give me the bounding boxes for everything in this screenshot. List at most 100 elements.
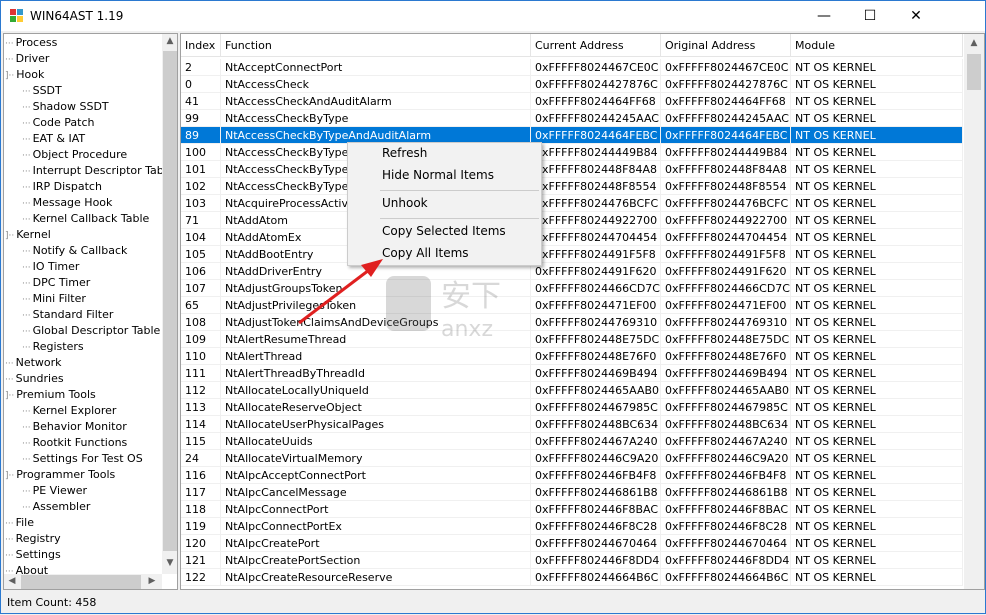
tree-item-message-hook[interactable]: ··· Message Hook (22, 195, 112, 211)
close-button[interactable]: ✕ (893, 1, 939, 31)
tree-item-label: Message Hook (32, 196, 113, 209)
tree-item-io-timer[interactable]: ··· IO Timer (22, 259, 79, 275)
table-row[interactable]: 102 NtAccessCheckByTypeRe 0xFFFFF802448F85… (181, 178, 963, 195)
tree-item-hook[interactable]: ]·· Hook (5, 67, 44, 83)
tree-item-process[interactable]: ··· Process (5, 35, 57, 51)
tree-item-rootkit-functions[interactable]: ··· Rootkit Functions (22, 435, 127, 451)
tree-item-settings[interactable]: ··· Settings (5, 547, 61, 563)
tree-item-label: Shadow SSDT (32, 100, 109, 113)
table-row[interactable]: 109 NtAlertResumeThread 0xFFFFF802448E75DC… (181, 331, 963, 348)
table-row[interactable]: 122 NtAlpcCreateResourceReserve 0xFFFFF802… (181, 569, 963, 586)
table-row[interactable]: 121 NtAlpcCreatePortSection 0xFFFFF802446F… (181, 552, 963, 569)
tree-item-pe-viewer[interactable]: ··· PE Viewer (22, 483, 87, 499)
table-row[interactable]: 89 NtAccessCheckByTypeAndAuditAlarm 0xFFFF… (181, 127, 963, 144)
table-row[interactable]: 115 NtAllocateUuids 0xFFFFF8024467A240 0xFF… (181, 433, 963, 450)
tree-item-settings-for-test-os[interactable]: ··· Settings For Test OS (22, 451, 143, 467)
tree-item-registers[interactable]: ··· Registers (22, 339, 84, 355)
tree-item-driver[interactable]: ··· Driver (5, 51, 49, 67)
cell-original-address: 0xFFFFF8024467A240 (661, 433, 791, 449)
scroll-left-arrow-icon[interactable]: ◀ (4, 576, 20, 586)
tree-item-global-descriptor-table[interactable]: ··· Global Descriptor Table (22, 323, 160, 339)
scroll-down-arrow-icon[interactable]: ▼ (162, 558, 177, 568)
menu-item-unhook[interactable]: Unhook (382, 193, 428, 213)
cell-index: 41 (181, 93, 221, 109)
tree-item-interrupt-descriptor-table[interactable]: ··· Interrupt Descriptor Table (22, 163, 174, 179)
column-header-index[interactable]: Index (181, 34, 221, 57)
table-row[interactable]: 41 NtAccessCheckAndAuditAlarm 0xFFFFF80244… (181, 93, 963, 110)
table-row[interactable]: 65 NtAdjustPrivilegesToken 0xFFFFF8024471E… (181, 297, 963, 314)
tree-item-dpc-timer[interactable]: ··· DPC Timer (22, 275, 90, 291)
tree-connector-icon: ··· (22, 295, 31, 305)
table-vertical-scrollbar[interactable]: ▲ (964, 34, 984, 589)
table-row[interactable]: 114 NtAllocateUserPhysicalPages 0xFFFFF802… (181, 416, 963, 433)
tree-item-standard-filter[interactable]: ··· Standard Filter (22, 307, 113, 323)
scroll-up-arrow-icon[interactable]: ▲ (966, 38, 982, 48)
tree-item-premium-tools[interactable]: ]·· Premium Tools (5, 387, 96, 403)
tree-vertical-scrollbar[interactable]: ▲ ▼ (162, 34, 177, 574)
table-row[interactable]: 120 NtAlpcCreatePort 0xFFFFF80244670464 0xF… (181, 535, 963, 552)
maximize-button[interactable]: ☐ (847, 1, 893, 31)
table-row[interactable]: 106 NtAddDriverEntry 0xFFFFF8024491F620 0xF… (181, 263, 963, 280)
tree-horizontal-scrollbar[interactable]: ◀ ▶ (4, 574, 162, 589)
table-row[interactable]: 113 NtAllocateReserveObject 0xFFFFF8024467… (181, 399, 963, 416)
tree-item-object-procedure[interactable]: ··· Object Procedure (22, 147, 127, 163)
column-header-original-address[interactable]: Original Address (661, 34, 791, 57)
table-row[interactable]: 108 NtAdjustTokenClaimsAndDeviceGroups 0xF… (181, 314, 963, 331)
table-row[interactable]: 71 NtAddAtom 0xFFFFF80244922700 0xFFFFF8024… (181, 212, 963, 229)
tree-item-mini-filter[interactable]: ··· Mini Filter (22, 291, 86, 307)
table-row[interactable]: 111 NtAlertThreadByThreadId 0xFFFFF8024469… (181, 365, 963, 382)
table-row[interactable]: 107 NtAdjustGroupsToken 0xFFFFF8024466CD7C… (181, 280, 963, 297)
tree-item-behavior-monitor[interactable]: ··· Behavior Monitor (22, 419, 127, 435)
table-scroll-thumb[interactable] (967, 54, 981, 90)
table-row[interactable]: 99 NtAccessCheckByType 0xFFFFF80244245AAC 0… (181, 110, 963, 127)
cell-current-address: 0xFFFFF80244664B6C (531, 569, 661, 585)
table-row[interactable]: 116 NtAlpcAcceptConnectPort 0xFFFFF802446F… (181, 467, 963, 484)
cell-index: 108 (181, 314, 221, 330)
tree-item-label: PE Viewer (32, 484, 88, 497)
table-row[interactable]: 117 NtAlpcCancelMessage 0xFFFFF802446861B8… (181, 484, 963, 501)
column-header-function[interactable]: Function (221, 34, 531, 57)
menu-item-refresh[interactable]: Refresh (382, 143, 427, 163)
table-row[interactable]: 103 NtAcquireProcessActivity 0xFFFFF802447… (181, 195, 963, 212)
table-row[interactable]: 0 NtAccessCheck 0xFFFFF8024427876C 0xFFFFF8… (181, 76, 963, 93)
tree-item-irp-dispatch[interactable]: ··· IRP Dispatch (22, 179, 102, 195)
table-row[interactable]: 101 NtAccessCheckByTypeRe 0xFFFFF802448F84… (181, 161, 963, 178)
tree-item-eat-iat[interactable]: ··· EAT & IAT (22, 131, 85, 147)
table-row[interactable]: 24 NtAllocateVirtualMemory 0xFFFFF802446C9… (181, 450, 963, 467)
cell-current-address: 0xFFFFF8024465AAB0 (531, 382, 661, 398)
tree-scroll-thumb[interactable] (163, 51, 177, 551)
tree-item-shadow-ssdt[interactable]: ··· Shadow SSDT (22, 99, 109, 115)
cell-current-address: 0xFFFFF80244245AAC (531, 110, 661, 126)
menu-item-copy-all-items[interactable]: Copy All Items (382, 243, 469, 263)
tree-item-registry[interactable]: ··· Registry (5, 531, 61, 547)
column-header-current-address[interactable]: Current Address (531, 34, 661, 57)
tree-item-ssdt[interactable]: ··· SSDT (22, 83, 62, 99)
tree-hscroll-thumb[interactable] (21, 575, 141, 589)
tree-item-label: EAT & IAT (32, 132, 86, 145)
minimize-button[interactable]: — (801, 1, 847, 31)
table-row[interactable]: 2 NtAcceptConnectPort 0xFFFFF8024467CE0C 0x… (181, 59, 963, 76)
tree-item-assembler[interactable]: ··· Assembler (22, 499, 90, 515)
table-row[interactable]: 105 NtAddBootEntry 0xFFFFF8024491F5F8 0xFFF… (181, 246, 963, 263)
tree-item-file[interactable]: ··· File (5, 515, 34, 531)
table-row[interactable]: 100 NtAccessCheckByTypeRe 0xFFFFF80244449B… (181, 144, 963, 161)
cell-current-address: 0xFFFFF8024467985C (531, 399, 661, 415)
tree-item-programmer-tools[interactable]: ]·· Programmer Tools (5, 467, 115, 483)
table-row[interactable]: 110 NtAlertThread 0xFFFFF802448E76F0 0xFFFF… (181, 348, 963, 365)
tree-item-sundries[interactable]: ··· Sundries (5, 371, 64, 387)
tree-item-code-patch[interactable]: ··· Code Patch (22, 115, 94, 131)
menu-item-copy-selected-items[interactable]: Copy Selected Items (382, 221, 506, 241)
scroll-right-arrow-icon[interactable]: ▶ (144, 576, 160, 586)
tree-item-kernel-callback-table[interactable]: ··· Kernel Callback Table (22, 211, 149, 227)
table-row[interactable]: 118 NtAlpcConnectPort 0xFFFFF802446F8BAC 0x… (181, 501, 963, 518)
table-row[interactable]: 119 NtAlpcConnectPortEx 0xFFFFF802446F8C28… (181, 518, 963, 535)
table-row[interactable]: 112 NtAllocateLocallyUniqueId 0xFFFFF80244… (181, 382, 963, 399)
table-row[interactable]: 104 NtAddAtomEx 0xFFFFF80244704454 0xFFFFF8… (181, 229, 963, 246)
menu-item-hide-normal-items[interactable]: Hide Normal Items (382, 165, 494, 185)
column-header-module[interactable]: Module (791, 34, 963, 57)
scroll-up-arrow-icon[interactable]: ▲ (162, 36, 177, 46)
tree-item-notify-callback[interactable]: ··· Notify & Callback (22, 243, 127, 259)
tree-item-network[interactable]: ··· Network (5, 355, 62, 371)
tree-item-kernel[interactable]: ]·· Kernel (5, 227, 51, 243)
tree-item-kernel-explorer[interactable]: ··· Kernel Explorer (22, 403, 116, 419)
